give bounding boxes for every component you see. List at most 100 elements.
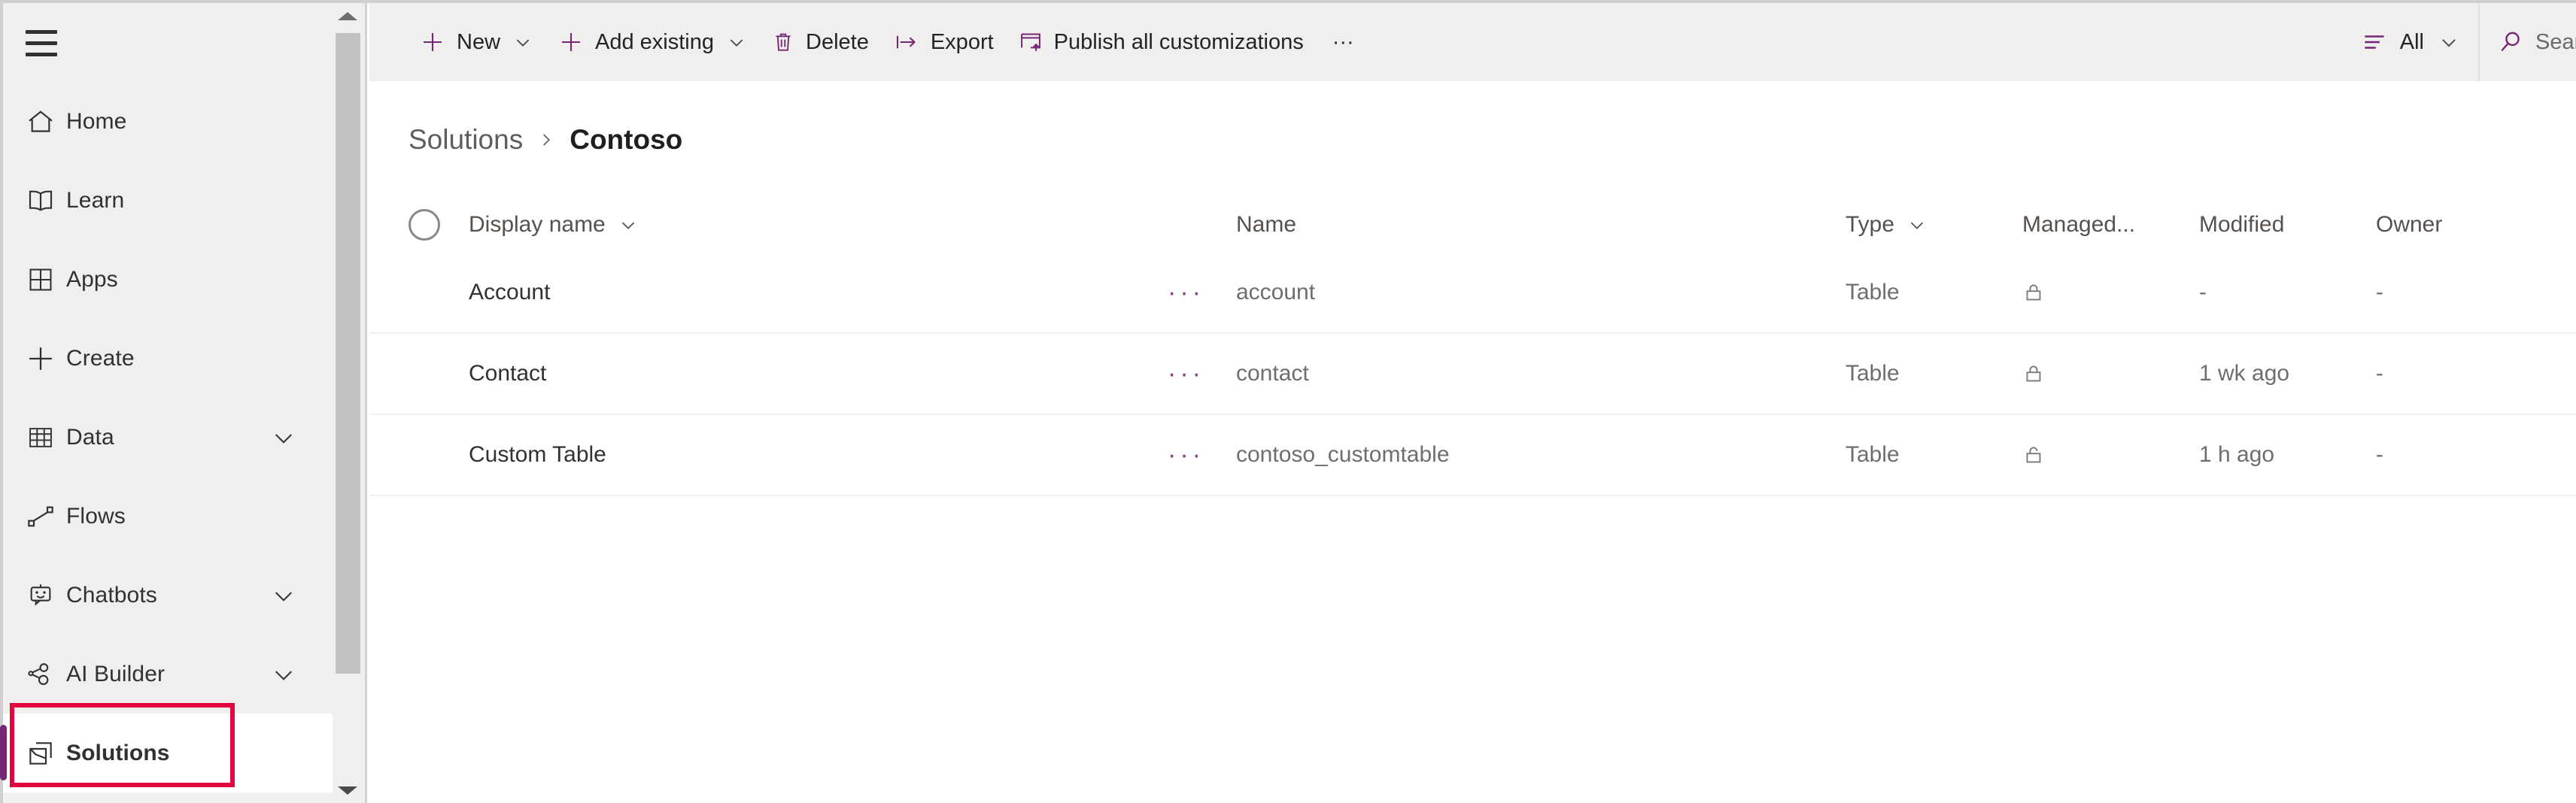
cell-display-name[interactable]: Contact ··· (469, 361, 1236, 386)
sidebar-item-learn[interactable]: Learn (3, 161, 349, 240)
cell-owner: - (2376, 442, 2553, 468)
new-button[interactable]: New (407, 3, 545, 81)
chevron-down-icon[interactable] (2438, 31, 2460, 53)
sidebar-item-solutions[interactable]: Solutions (3, 714, 349, 792)
chevron-down-icon[interactable] (618, 214, 639, 235)
name-text: contoso_customtable (1236, 442, 1450, 468)
command-bar-right-group: All Search (2343, 3, 2576, 81)
book-icon (15, 186, 66, 216)
table-row[interactable]: Contact ··· contact Table (369, 334, 2576, 415)
sidebar-item-create[interactable]: Create (3, 319, 349, 398)
sidebar-item-label: Create (66, 346, 135, 371)
cell-managed (2022, 362, 2199, 385)
column-header-name[interactable]: Name (1236, 212, 1845, 238)
breadcrumb-root-link[interactable]: Solutions (409, 124, 523, 156)
new-button-label: New (457, 30, 500, 55)
sidebar-scrollbar[interactable] (333, 3, 363, 803)
add-existing-button[interactable]: Add existing (545, 3, 759, 81)
export-button[interactable]: Export (881, 3, 1006, 81)
lock-open-icon (2022, 444, 2045, 466)
type-text: Table (1845, 361, 1900, 386)
main-content-area: New Add existing (369, 3, 2576, 803)
sidebar-nav-list: Home Learn (3, 82, 349, 792)
cell-type: Table (1845, 280, 2022, 305)
chevron-down-icon[interactable] (269, 660, 298, 689)
sidebar-item-chatbots[interactable]: Chatbots (3, 556, 349, 635)
table-row[interactable]: Account ··· account Table (369, 253, 2576, 334)
triangle-up (338, 12, 357, 20)
export-button-label: Export (931, 30, 994, 55)
display-name-text: Contact (469, 361, 546, 386)
cell-modified: 1 h ago (2199, 442, 2376, 468)
solution-objects-grid: Display name Name Type (369, 197, 2576, 496)
trash-icon (771, 30, 795, 54)
selected-indicator-bar (0, 725, 7, 780)
column-header-owner[interactable]: Owner (2376, 212, 2553, 238)
sidebar-item-label: Home (66, 109, 126, 135)
scroll-down-arrow-icon[interactable] (333, 777, 363, 803)
chevron-down-icon[interactable] (1906, 214, 1927, 235)
flow-icon (15, 501, 66, 532)
cell-modified: - (2199, 280, 2376, 305)
view-filter-dropdown[interactable]: All (2343, 3, 2478, 81)
cell-name: account (1236, 280, 1845, 305)
chevron-down-icon[interactable] (512, 32, 533, 53)
apps-grid-icon (15, 265, 66, 294)
cell-display-name[interactable]: Account ··· (469, 280, 1236, 305)
sidebar-item-ai-builder[interactable]: AI Builder (3, 635, 349, 714)
chevron-right-icon (536, 130, 556, 150)
sidebar-item-label: Apps (66, 267, 118, 292)
delete-button[interactable]: Delete (759, 3, 881, 81)
cell-type: Table (1845, 442, 2022, 468)
type-text: Table (1845, 442, 1900, 468)
column-header-label: Type (1845, 212, 1894, 238)
column-header-managed[interactable]: Managed... (2022, 212, 2199, 238)
chevron-down-icon[interactable] (726, 32, 747, 53)
view-filter-label: All (2400, 30, 2424, 55)
plus-icon (419, 29, 446, 56)
filter-lines-icon (2361, 29, 2388, 56)
row-more-options-icon[interactable]: ··· (1168, 442, 1204, 468)
modified-text: - (2199, 280, 2207, 305)
cell-type: Table (1845, 361, 2022, 386)
hamburger-menu-icon[interactable] (9, 11, 74, 75)
breadcrumb-current: Contoso (570, 124, 682, 156)
publish-all-customizations-button[interactable]: Publish all customizations (1006, 3, 1316, 81)
cell-owner: - (2376, 361, 2553, 386)
row-more-options-icon[interactable]: ··· (1168, 280, 1204, 305)
sidebar-item-label: Learn (66, 188, 124, 214)
column-header-modified[interactable]: Modified (2199, 212, 2376, 238)
search-input[interactable]: Search (2478, 3, 2576, 81)
command-overflow-button[interactable]: ··· (1316, 3, 1371, 81)
cell-managed (2022, 444, 2199, 466)
scroll-up-arrow-icon[interactable] (333, 3, 363, 29)
column-header-display-name[interactable]: Display name (469, 212, 1236, 238)
cell-name: contact (1236, 361, 1845, 386)
publish-all-customizations-label: Publish all customizations (1054, 30, 1304, 55)
sidebar-item-data[interactable]: Data (3, 398, 349, 477)
ellipsis-icon: ··· (1332, 30, 1354, 55)
chevron-down-icon[interactable] (269, 423, 298, 452)
cell-managed (2022, 281, 2199, 304)
home-icon (15, 107, 66, 137)
sidebar-item-label: Solutions (66, 741, 170, 766)
modified-text: 1 wk ago (2199, 361, 2289, 386)
owner-text: - (2376, 442, 2383, 468)
chevron-down-icon[interactable] (269, 581, 298, 610)
search-icon (2496, 28, 2525, 56)
sidebar-item-apps[interactable]: Apps (3, 240, 349, 319)
scrollbar-thumb[interactable] (336, 33, 360, 674)
row-more-options-icon[interactable]: ··· (1168, 361, 1204, 386)
owner-text: - (2376, 361, 2383, 386)
sidebar-item-label: AI Builder (66, 662, 165, 687)
select-all-checkbox[interactable] (409, 209, 440, 241)
column-header-type[interactable]: Type (1845, 212, 2022, 238)
type-text: Table (1845, 280, 1900, 305)
sidebar-item-flows[interactable]: Flows (3, 477, 349, 556)
chatbot-icon (15, 580, 66, 611)
cell-display-name[interactable]: Custom Table ··· (469, 442, 1236, 468)
hamburger-bar (26, 41, 57, 45)
sidebar-item-home[interactable]: Home (3, 82, 349, 161)
sidebar-item-label: Data (66, 425, 114, 450)
table-row[interactable]: Custom Table ··· contoso_customtable Tab… (369, 415, 2576, 496)
